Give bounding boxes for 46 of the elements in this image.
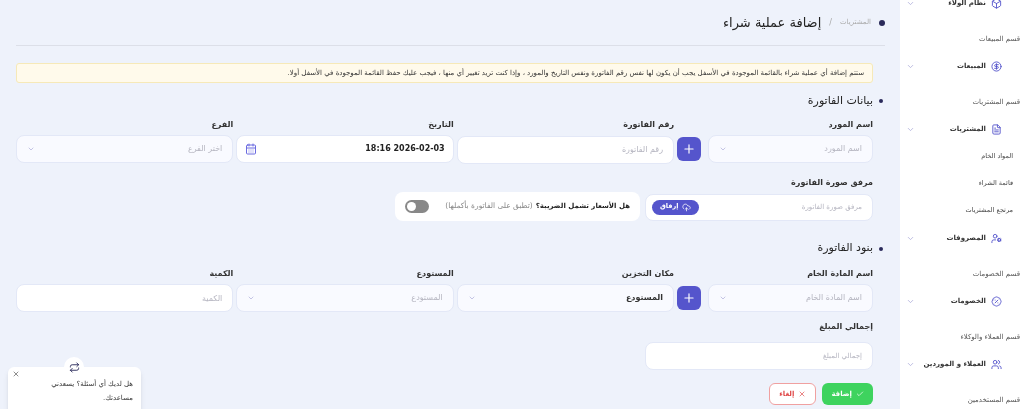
input-field[interactable]: رقم الفاتورة	[456, 135, 674, 164]
breadcrumb-separator: /	[829, 16, 832, 29]
section-title: بيانات الفاتورة	[807, 92, 873, 109]
field-label: الكمية	[209, 267, 234, 280]
field-label: مرفق صورة الفاتورة	[791, 176, 873, 189]
select-placeholder: اسم المادة الخام	[805, 291, 862, 304]
field-label: إجمالي المبلغ	[819, 321, 873, 333]
bullet-icon	[879, 19, 885, 26]
plus-icon	[682, 290, 696, 305]
chevron-icon	[906, 0, 915, 8]
select-placeholder: اختر الفرع	[187, 143, 223, 155]
sidebar-item-icon	[991, 0, 1002, 9]
add-button[interactable]	[677, 285, 701, 310]
select-placeholder: المستودع	[411, 291, 443, 304]
sidebar-item-icon	[991, 358, 1002, 370]
sidebar-item-icon	[991, 60, 1002, 72]
sidebar-item-icon	[991, 232, 1002, 244]
sidebar-item-icon	[991, 123, 1002, 135]
close-icon[interactable]	[12, 370, 20, 378]
select-placeholder: اسم المورد	[824, 143, 862, 155]
select-field[interactable]: المستودع	[456, 283, 674, 312]
section-title: بنود الفاتورة	[817, 240, 873, 257]
bullet-icon	[879, 99, 883, 103]
field-label: المستودع	[416, 267, 454, 280]
bullet-icon	[879, 246, 883, 251]
field-label: الفرع	[211, 119, 234, 131]
chevron-icon	[27, 145, 35, 153]
field-label: اسم المادة الخام	[807, 267, 873, 280]
plus-icon	[682, 142, 696, 156]
page-title: إضافة عملية شراء	[722, 13, 822, 33]
field-label: مكان التخزين	[621, 267, 674, 280]
sidebar-item-icon	[991, 295, 1002, 307]
field-label: رقم الفاتورة	[623, 119, 674, 131]
toggle-switch[interactable]	[405, 199, 429, 213]
field-label: اسم المورد	[828, 119, 873, 131]
chevron-icon	[719, 145, 727, 153]
add-button[interactable]	[677, 137, 701, 161]
date-field[interactable]: 18:16 2026-02-03	[236, 135, 454, 163]
close-icon	[798, 390, 807, 398]
field-label: التاريخ	[428, 119, 454, 131]
input-field[interactable]: الكمية	[16, 284, 234, 312]
date-value: 18:16 2026-02-03	[365, 143, 445, 155]
calendar-icon	[245, 143, 258, 155]
upload-icon	[682, 202, 692, 212]
check-icon	[856, 390, 864, 398]
select-value: المستودع	[625, 291, 663, 304]
